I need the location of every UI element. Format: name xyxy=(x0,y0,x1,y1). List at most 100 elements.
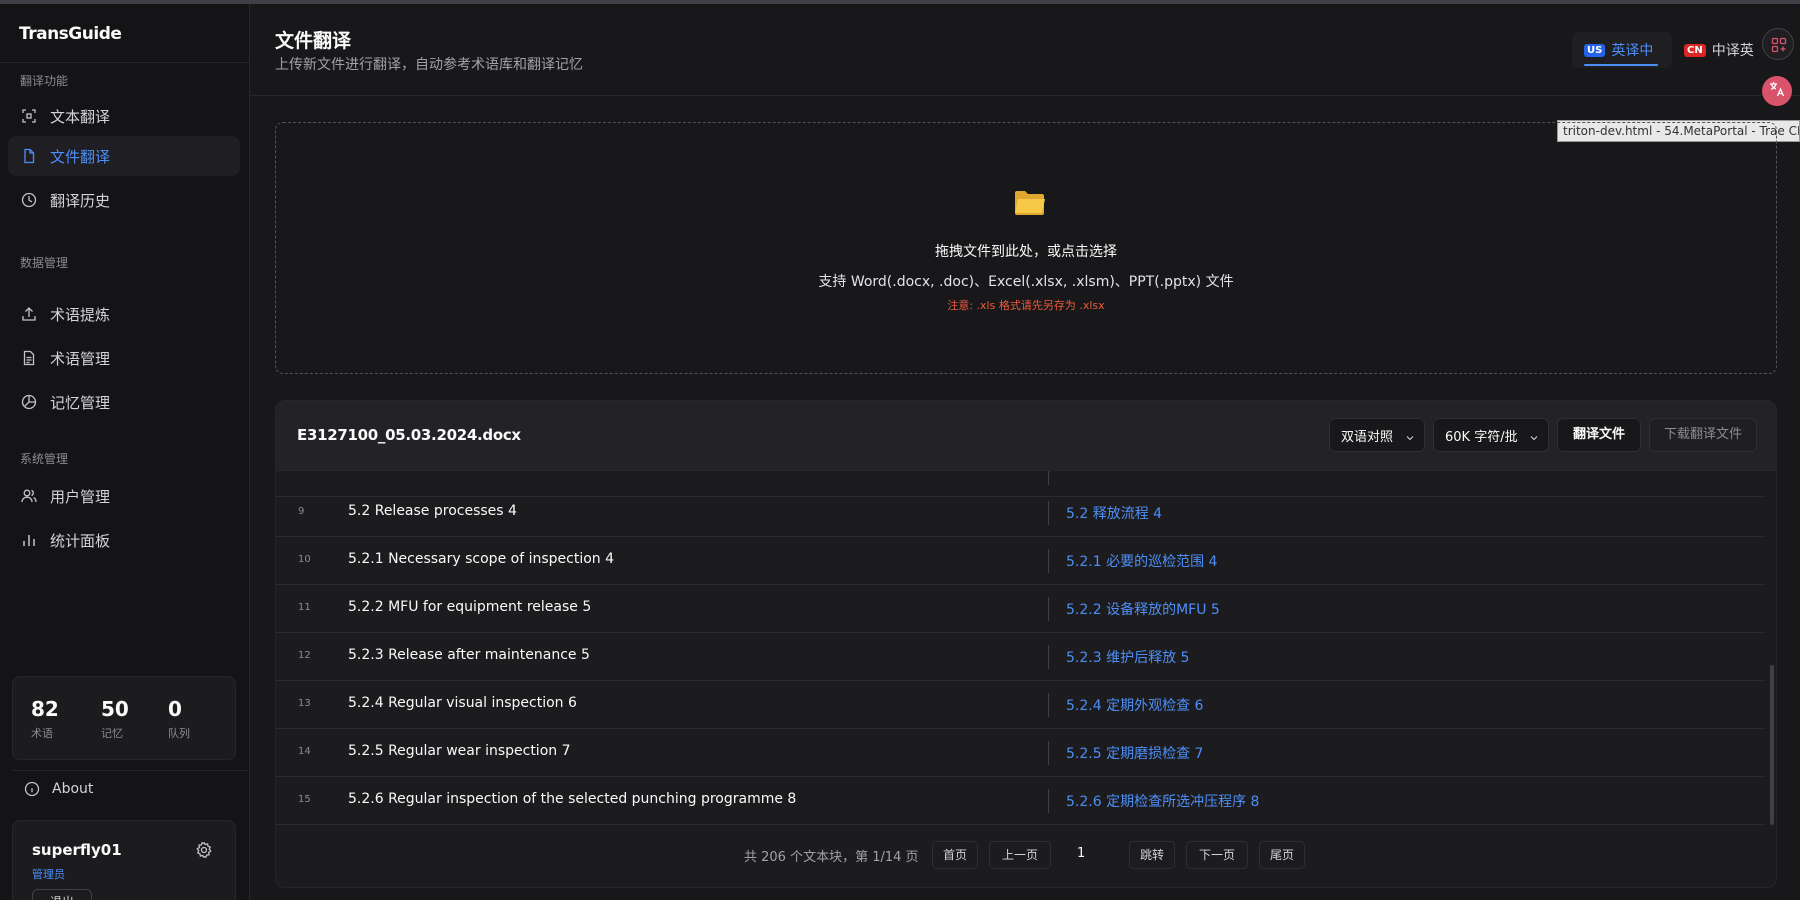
stat-terms: 82 术语 xyxy=(31,697,59,741)
jump-page-button[interactable]: 跳转 xyxy=(1129,841,1175,869)
dropzone-warning: 注意: .xls 格式请先另存为 .xlsx xyxy=(947,299,1105,312)
target-text[interactable]: 5.2.5 定期磨损检查 7 xyxy=(1066,743,1203,763)
column-divider xyxy=(1048,597,1049,621)
folder-icon xyxy=(1013,187,1047,217)
source-text[interactable]: 5.2.2 MFU for equipment release 5 xyxy=(348,599,591,615)
source-text[interactable]: 5.2.4 Regular visual inspection 6 xyxy=(348,695,577,711)
scan-text-icon xyxy=(20,107,38,125)
lang-label: 中译英 xyxy=(1711,43,1754,59)
grid-icon xyxy=(1771,37,1787,57)
column-divider xyxy=(1048,549,1049,573)
column-divider xyxy=(1048,471,1049,485)
file-dropzone[interactable]: 拖拽文件到此处，或点击选择 支持 Word(.docx, .doc)、Excel… xyxy=(275,122,1777,374)
source-text[interactable]: 5.2.3 Release after maintenance 5 xyxy=(348,647,590,663)
lang-en-to-zh-tab[interactable]: US 英译中 xyxy=(1572,32,1672,68)
lang-label: 英译中 xyxy=(1611,43,1654,59)
stat-label: 记忆 xyxy=(101,727,123,740)
sidebar-item-label: 记忆管理 xyxy=(50,393,111,412)
apps-grid-button[interactable] xyxy=(1762,28,1794,60)
source-text[interactable]: 5.2.1 Necessary scope of inspection 4 xyxy=(348,551,614,567)
table-row[interactable]: 12 5.2.3 Release after maintenance 5 5.2… xyxy=(276,633,1766,681)
translate-file-button[interactable]: 翻译文件 xyxy=(1557,418,1641,452)
stat-label: 术语 xyxy=(31,727,53,740)
sidebar-item-term-extract[interactable]: 术语提炼 xyxy=(8,294,240,334)
stat-label: 队列 xyxy=(168,727,190,740)
sidebar-item-file-translate[interactable]: 文件翻译 xyxy=(8,136,240,176)
display-mode-select[interactable]: 双语对照 xyxy=(1329,418,1425,452)
bar-chart-icon xyxy=(20,531,38,549)
stat-memory: 50 记忆 xyxy=(101,697,129,741)
sidebar-item-term-manage[interactable]: 术语管理 xyxy=(8,338,240,378)
sidebar-item-user-manage[interactable]: 用户管理 xyxy=(8,476,240,516)
first-page-button[interactable]: 首页 xyxy=(932,841,978,869)
user-name: superfly01 xyxy=(32,841,122,859)
select-value: 60K 字符/批 xyxy=(1445,429,1518,445)
translate-extension-button[interactable] xyxy=(1762,76,1792,106)
target-text[interactable]: 5.2.6 定期检查所选冲压程序 8 xyxy=(1066,791,1259,811)
page-subtitle: 上传新文件进行翻译，自动参考术语库和翻译记忆 xyxy=(275,57,583,73)
sidebar: TransGuide 翻译功能 文本翻译 文件翻译 翻译历史 数据管理 术语提炼… xyxy=(0,4,250,900)
row-number: 15 xyxy=(298,794,311,805)
last-page-button[interactable]: 尾页 xyxy=(1259,841,1305,869)
page-number-input[interactable]: 1 xyxy=(1077,846,1085,861)
page-header: 文件翻译 上传新文件进行翻译，自动参考术语库和翻译记忆 US 英译中 CN 中译… xyxy=(250,4,1800,96)
history-icon xyxy=(20,191,38,209)
section-data-title: 数据管理 xyxy=(20,256,69,270)
prev-page-button[interactable]: 上一页 xyxy=(989,841,1051,869)
table-scrollbar[interactable] xyxy=(1770,665,1774,825)
file-icon xyxy=(20,147,38,165)
bilingual-table[interactable]: 9 5.2 Release processes 4 5.2 释放流程 4 10 … xyxy=(276,471,1766,825)
select-value: 双语对照 xyxy=(1341,429,1394,445)
pagination-info: 共 206 个文本块，第 1/14 页 xyxy=(744,850,919,865)
file-name: E3127100_05.03.2024.docx xyxy=(297,426,521,444)
stat-value: 0 xyxy=(168,697,182,721)
info-icon xyxy=(24,781,40,797)
logout-button[interactable]: 退出 xyxy=(32,889,92,900)
sidebar-item-label: 翻译历史 xyxy=(50,191,111,210)
stats-card: 82 术语 50 记忆 0 队列 xyxy=(12,676,236,760)
sidebar-item-memory-manage[interactable]: 记忆管理 xyxy=(8,382,240,422)
sidebar-item-label: 文件翻译 xyxy=(50,147,111,166)
stat-queue: 0 队列 xyxy=(168,697,190,741)
sidebar-item-history[interactable]: 翻译历史 xyxy=(8,180,240,220)
translate-icon xyxy=(1768,80,1786,102)
table-row[interactable]: 14 5.2.5 Regular wear inspection 7 5.2.5… xyxy=(276,729,1766,777)
target-text[interactable]: 5.2.1 必要的巡检范围 4 xyxy=(1066,551,1217,571)
table-row[interactable]: 13 5.2.4 Regular visual inspection 6 5.2… xyxy=(276,681,1766,729)
download-translation-button[interactable]: 下载翻译文件 xyxy=(1649,418,1757,452)
table-row[interactable]: 9 5.2 Release processes 4 5.2 释放流程 4 xyxy=(276,489,1766,537)
file-text-icon xyxy=(20,349,38,367)
target-text[interactable]: 5.2 释放流程 4 xyxy=(1066,503,1162,523)
row-number: 14 xyxy=(298,746,311,757)
sidebar-item-label: 术语提炼 xyxy=(50,305,111,324)
brand-logo[interactable]: TransGuide xyxy=(19,24,122,44)
stat-value: 82 xyxy=(31,697,59,721)
gear-icon[interactable] xyxy=(195,841,213,859)
sidebar-item-label: 统计面板 xyxy=(50,531,111,550)
sidebar-item-text-translate[interactable]: 文本翻译 xyxy=(8,96,240,136)
source-text[interactable]: 5.2.5 Regular wear inspection 7 xyxy=(348,743,571,759)
chevron-down-icon xyxy=(1530,431,1538,441)
source-text[interactable]: 5.2 Release processes 4 xyxy=(348,503,517,519)
us-flag-icon: US xyxy=(1584,43,1606,57)
table-row[interactable]: 10 5.2.1 Necessary scope of inspection 4… xyxy=(276,537,1766,585)
batch-size-select[interactable]: 60K 字符/批 xyxy=(1433,418,1549,452)
column-divider xyxy=(1048,693,1049,717)
row-number: 9 xyxy=(298,506,305,517)
table-row[interactable]: 15 5.2.6 Regular inspection of the selec… xyxy=(276,777,1766,825)
lang-zh-to-en-tab[interactable]: CN 中译英 xyxy=(1684,32,1754,68)
divider xyxy=(12,770,248,771)
page-title: 文件翻译 xyxy=(275,30,352,52)
next-page-button[interactable]: 下一页 xyxy=(1186,841,1248,869)
about-link[interactable]: About xyxy=(24,781,93,797)
user-role: 管理员 xyxy=(32,868,65,881)
target-text[interactable]: 5.2.4 定期外观检查 6 xyxy=(1066,695,1203,715)
target-text[interactable]: 5.2.2 设备释放的MFU 5 xyxy=(1066,599,1220,619)
users-icon xyxy=(20,487,38,505)
sidebar-item-stats-panel[interactable]: 统计面板 xyxy=(8,520,240,560)
upload-icon xyxy=(20,305,38,323)
table-row[interactable]: 11 5.2.2 MFU for equipment release 5 5.2… xyxy=(276,585,1766,633)
target-text[interactable]: 5.2.3 维护后释放 5 xyxy=(1066,647,1189,667)
source-text[interactable]: 5.2.6 Regular inspection of the selected… xyxy=(348,791,796,807)
column-divider xyxy=(1048,741,1049,765)
